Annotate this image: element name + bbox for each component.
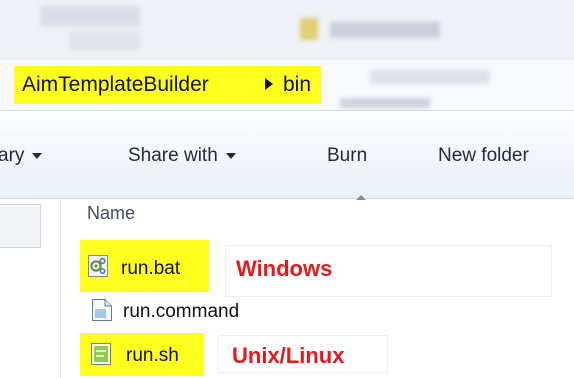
navigation-pane-item[interactable]: [0, 204, 41, 248]
annotation-label: Unix/Linux: [232, 343, 345, 368]
library-label: ary: [0, 145, 25, 166]
generic-file-icon: [92, 299, 112, 321]
annotation-label: Windows: [236, 256, 333, 281]
include-in-library-button[interactable]: ary: [0, 145, 43, 167]
script-file-icon: [91, 343, 111, 365]
sort-ascending-icon: [356, 195, 366, 200]
chevron-down-icon: [32, 152, 43, 159]
file-name[interactable]: run.command: [123, 301, 239, 323]
burn-button[interactable]: Burn: [327, 145, 367, 167]
breadcrumb-arrow-icon[interactable]: [265, 78, 273, 90]
new-folder-button[interactable]: New folder: [438, 145, 529, 167]
chevron-down-icon: [225, 152, 236, 159]
pane-divider[interactable]: [60, 199, 61, 378]
file-name[interactable]: run.bat: [121, 258, 180, 280]
batch-file-icon: [88, 255, 108, 277]
breadcrumb-subfolder[interactable]: bin: [283, 73, 311, 97]
file-name[interactable]: run.sh: [126, 345, 179, 367]
breadcrumb-folder[interactable]: AimTemplateBuilder: [22, 73, 209, 97]
share-label: Share with: [128, 145, 218, 166]
share-with-button[interactable]: Share with: [128, 145, 236, 167]
top-blurred-region: [0, 0, 574, 60]
column-header-name[interactable]: Name: [87, 203, 135, 224]
